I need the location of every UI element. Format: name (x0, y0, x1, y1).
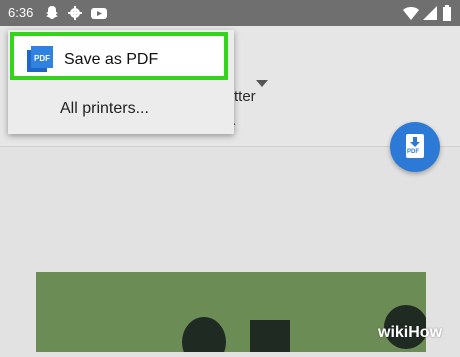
paper-size-text: tter (234, 88, 256, 105)
battery-icon (442, 5, 452, 26)
pdf-icon: PDF (26, 45, 54, 78)
wifi-icon (402, 5, 420, 26)
status-time: 6:36 (8, 5, 34, 20)
page-preview (36, 272, 428, 357)
status-bar: 6:36 (0, 0, 460, 26)
menu-item-label: All printers... (60, 100, 149, 117)
youtube-icon (90, 5, 108, 26)
signal-icon (422, 5, 438, 26)
menu-item-label: Save as PDF (64, 51, 159, 68)
wikihow-watermark: wikiHow (378, 324, 443, 341)
preview-graphic (182, 305, 428, 357)
menu-item-save-as-pdf[interactable]: PDF Save as PDF (10, 32, 228, 80)
fab-label: PDF (407, 149, 419, 155)
download-pdf-button[interactable]: PDF (390, 122, 440, 172)
snapchat-icon (44, 5, 60, 26)
gear-icon (67, 5, 83, 26)
chevron-down-icon[interactable] (256, 80, 268, 87)
svg-text:PDF: PDF (34, 54, 50, 63)
printer-dropdown-menu: PDF Save as PDF All printers... (8, 30, 234, 134)
menu-item-all-printers[interactable]: All printers... (8, 86, 234, 130)
